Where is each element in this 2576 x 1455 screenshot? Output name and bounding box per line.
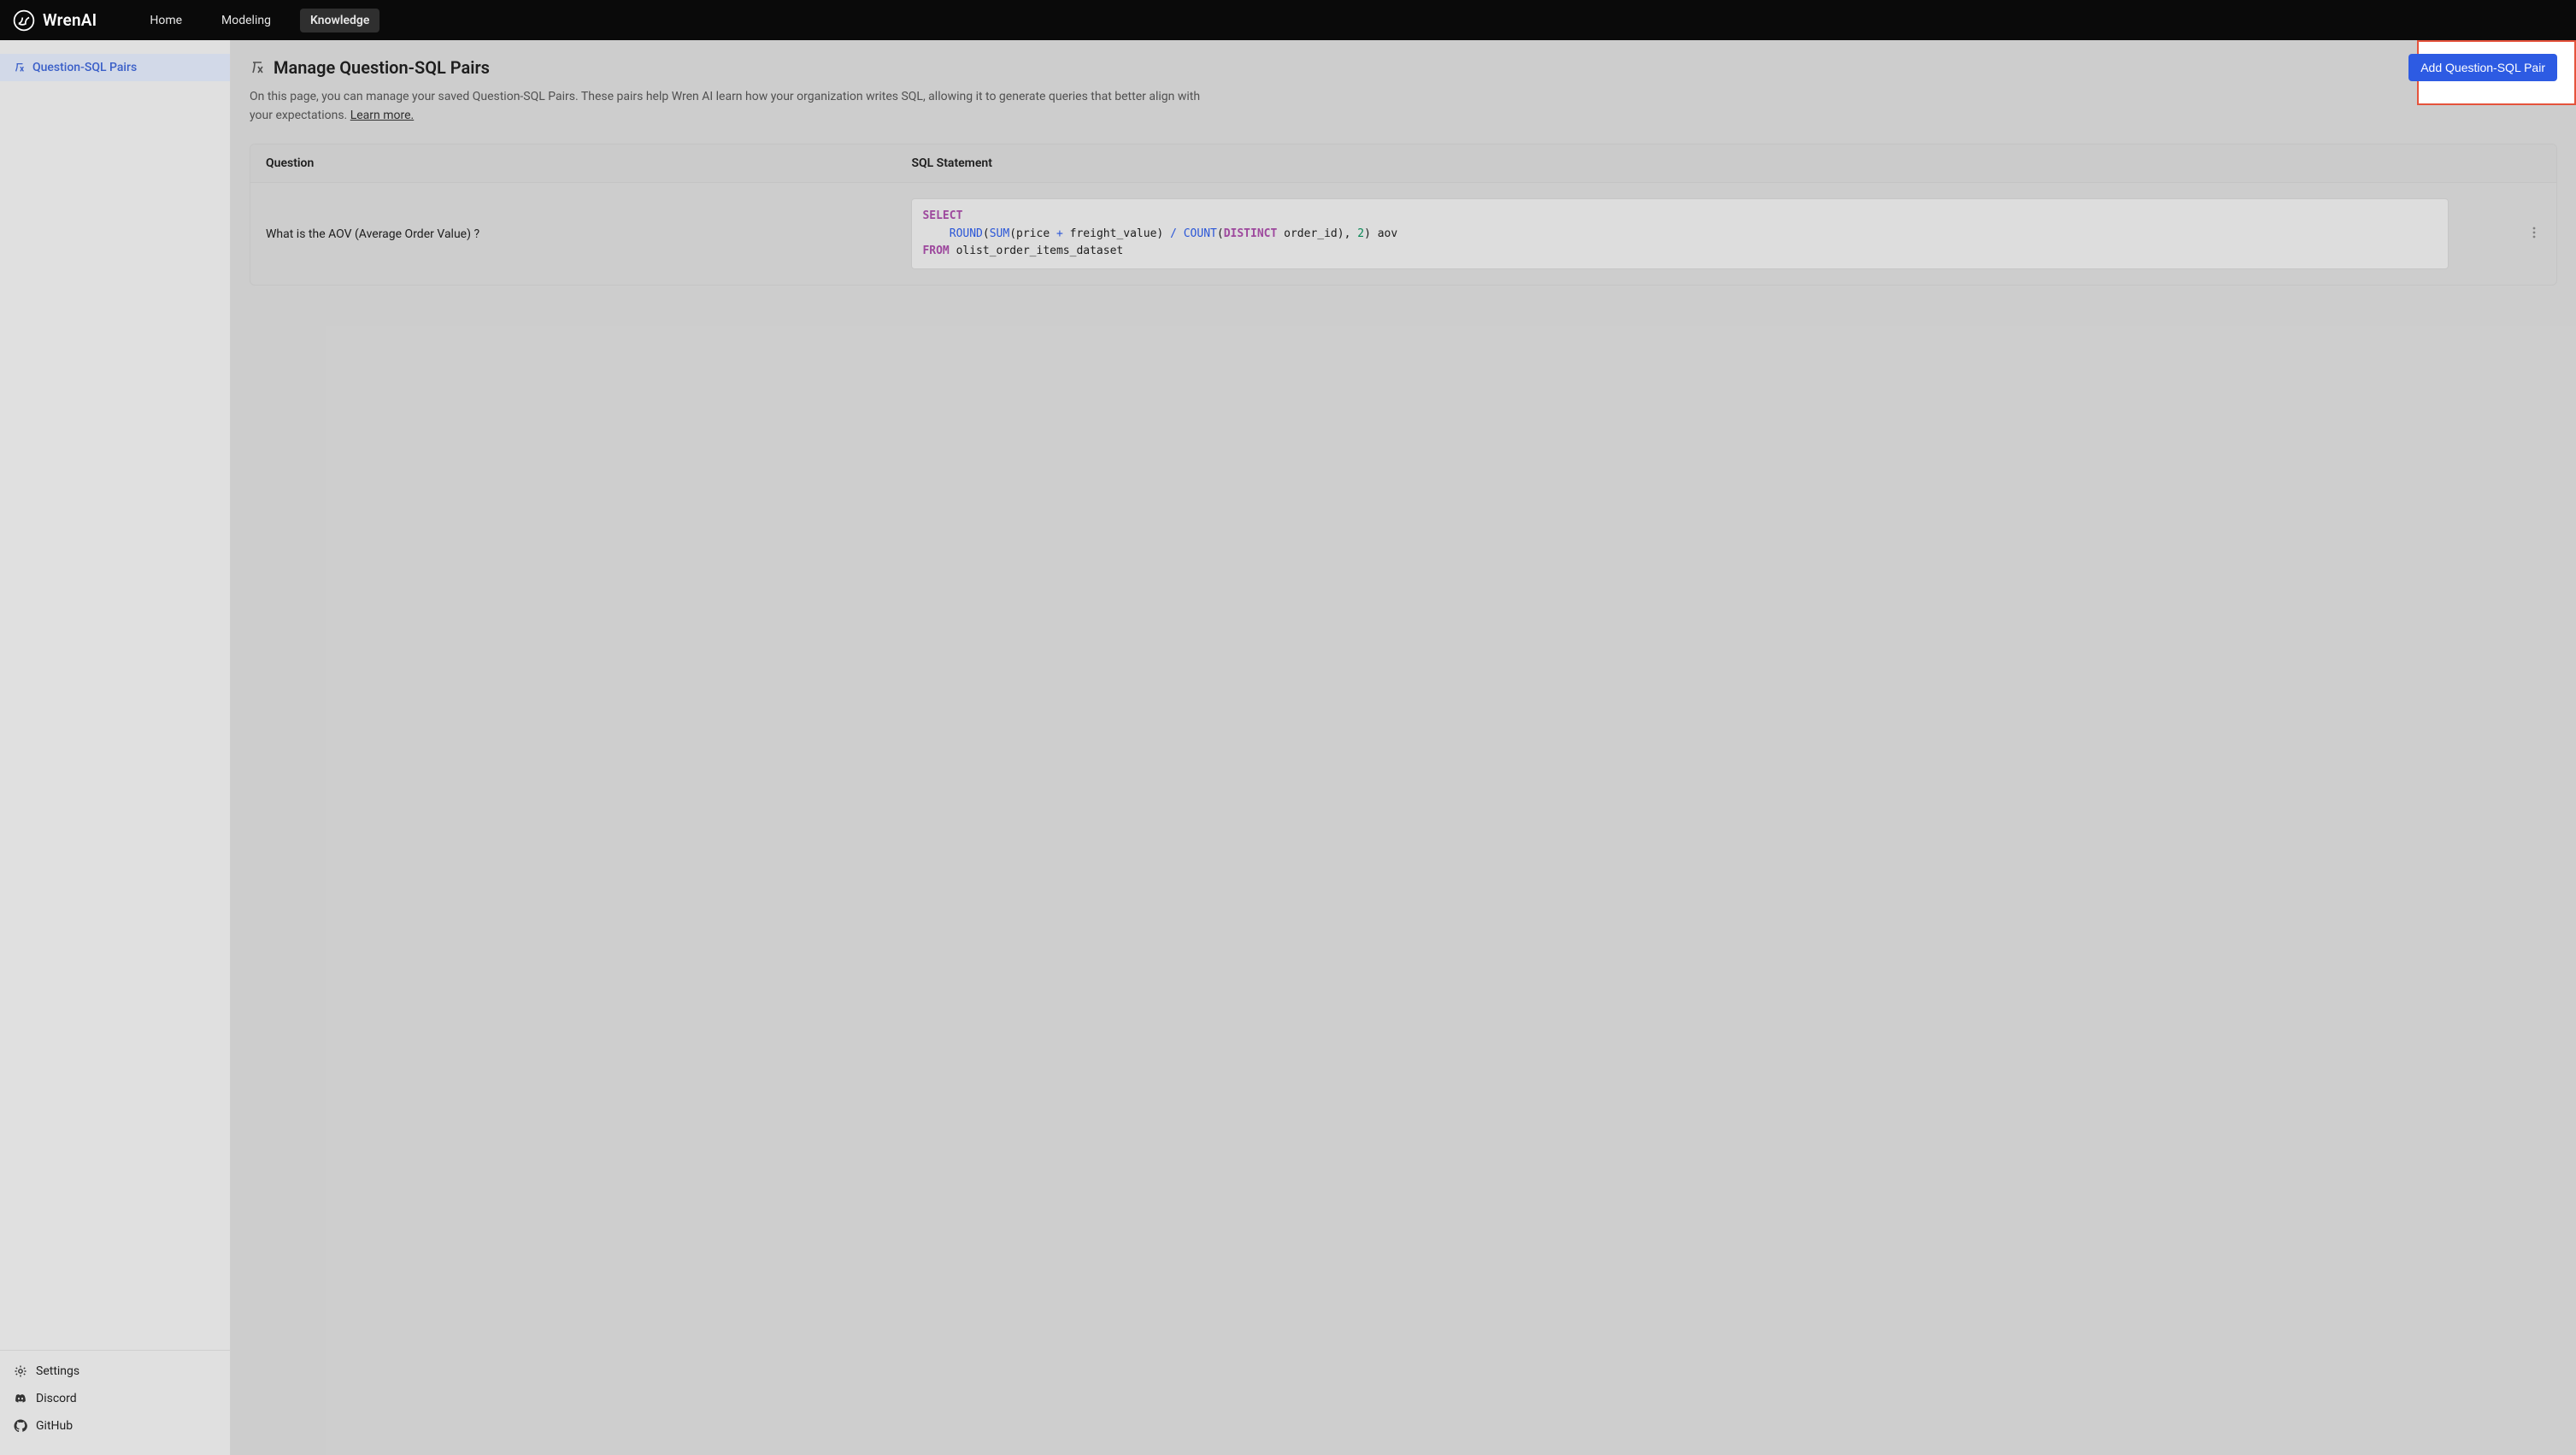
discord-icon bbox=[14, 1392, 27, 1405]
page-header: Manage Question-SQL Pairs bbox=[250, 57, 2557, 78]
row-actions-menu[interactable] bbox=[2527, 223, 2541, 245]
sidebar-github-label: GitHub bbox=[36, 1419, 73, 1433]
brand-name: WrenAI bbox=[43, 10, 97, 30]
col-header-sql: SQL Statement bbox=[896, 144, 2464, 183]
sidebar-github[interactable]: GitHub bbox=[0, 1412, 230, 1440]
gear-icon bbox=[14, 1364, 27, 1378]
main-content: placeholder Add Question-SQL Pair Manage… bbox=[231, 40, 2576, 1455]
fx-icon bbox=[14, 62, 26, 74]
nav-knowledge[interactable]: Knowledge bbox=[300, 9, 379, 32]
col-header-question: Question bbox=[250, 144, 896, 183]
sidebar-settings-label: Settings bbox=[36, 1364, 79, 1378]
sql-code: SELECT ROUND(SUM(price + freight_value) … bbox=[911, 198, 2449, 268]
more-vertical-icon bbox=[2532, 227, 2536, 239]
sql-cell: SELECT ROUND(SUM(price + freight_value) … bbox=[896, 183, 2464, 285]
sidebar-settings[interactable]: Settings bbox=[0, 1358, 230, 1385]
table-row: What is the AOV (Average Order Value) ? … bbox=[250, 183, 2556, 285]
question-cell: What is the AOV (Average Order Value) ? bbox=[250, 183, 896, 285]
logo-icon bbox=[12, 9, 36, 32]
nav-modeling[interactable]: Modeling bbox=[211, 9, 281, 32]
sidebar-discord-label: Discord bbox=[36, 1392, 77, 1405]
sidebar-item-question-sql-pairs[interactable]: Question-SQL Pairs bbox=[0, 54, 230, 81]
nav-home[interactable]: Home bbox=[139, 9, 192, 32]
pairs-table: Question SQL Statement What is the AOV (… bbox=[250, 144, 2557, 285]
sidebar-item-label: Question-SQL Pairs bbox=[32, 61, 137, 74]
github-icon bbox=[14, 1419, 27, 1433]
sidebar: Question-SQL Pairs Settings Discord GitH… bbox=[0, 40, 231, 1455]
brand-logo[interactable]: WrenAI bbox=[12, 9, 97, 32]
page-title: Manage Question-SQL Pairs bbox=[273, 57, 490, 78]
fx-icon bbox=[250, 60, 265, 75]
learn-more-link[interactable]: Learn more. bbox=[350, 109, 415, 122]
topnav: Home Modeling Knowledge bbox=[139, 9, 379, 32]
add-question-sql-pair-button[interactable]: Add Question-SQL Pair bbox=[2408, 54, 2557, 81]
page-description: On this page, you can manage your saved … bbox=[250, 88, 1224, 125]
topbar: WrenAI Home Modeling Knowledge bbox=[0, 0, 2576, 40]
sidebar-discord[interactable]: Discord bbox=[0, 1385, 230, 1412]
